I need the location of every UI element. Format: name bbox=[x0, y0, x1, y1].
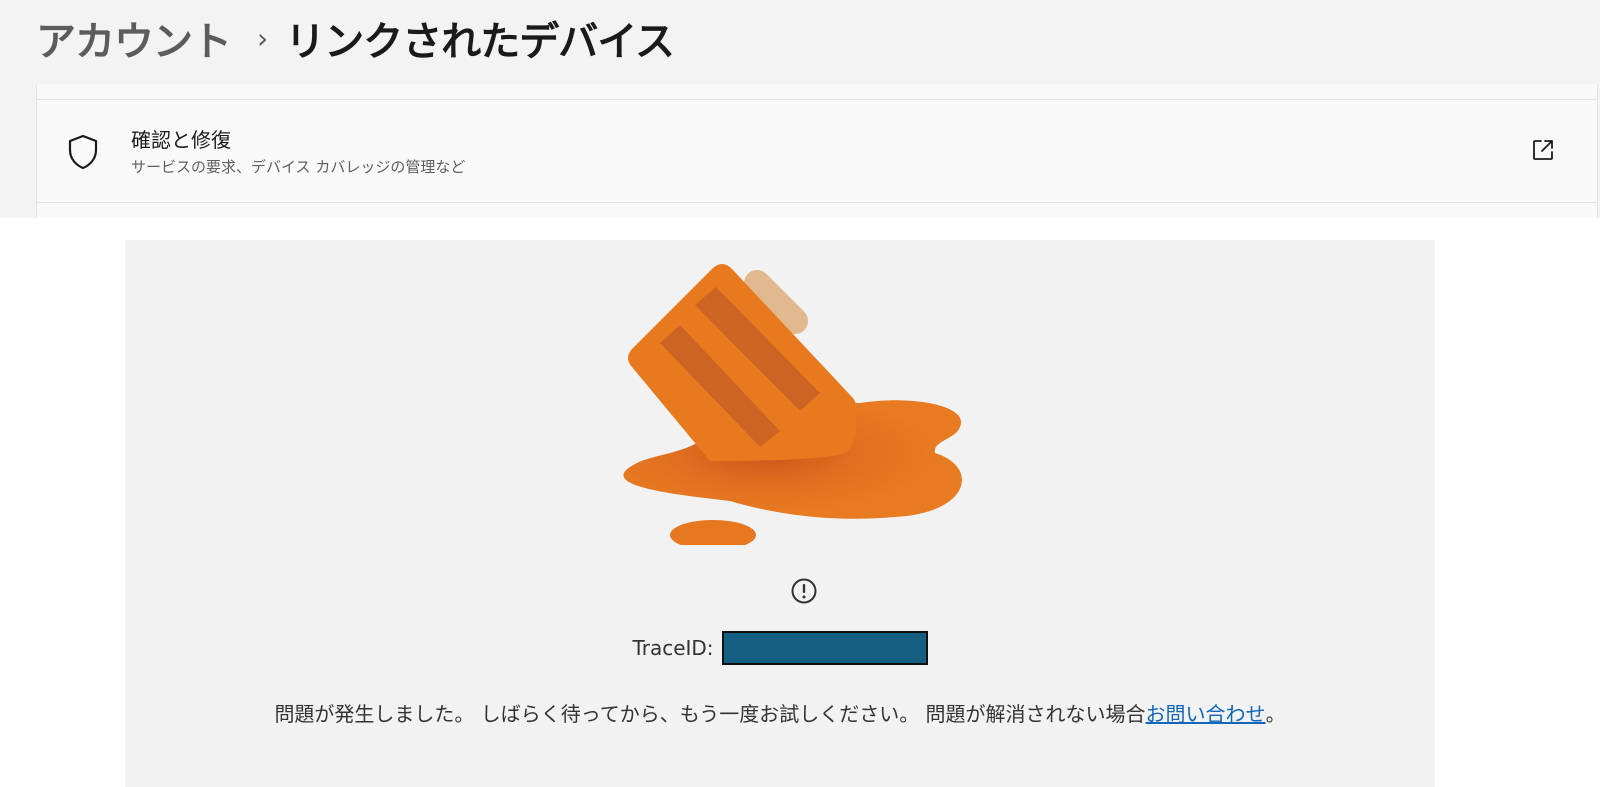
breadcrumb: アカウント › リンクされたデバイス bbox=[36, 8, 675, 68]
error-message: 問題が発生しました。 しばらく待ってから、もう一度お試しください。 問題が解消さ… bbox=[125, 698, 1435, 727]
error-message-suffix: 。 bbox=[1265, 702, 1286, 726]
settings-panel: アカウント › リンクされたデバイス 確認と修復 サービスの要求、デバイス カバ… bbox=[0, 0, 1600, 218]
trace-id-label: TraceID: bbox=[632, 636, 714, 660]
trace-id-value-redacted bbox=[721, 631, 928, 665]
shield-icon bbox=[68, 134, 98, 170]
melted-popsicle-illustration bbox=[623, 264, 962, 545]
breadcrumb-chevron-icon: › bbox=[257, 21, 268, 55]
contact-us-link[interactable]: お問い合わせ bbox=[1146, 702, 1266, 726]
row-subtitle: サービスの要求、デバイス カバレッジの管理など bbox=[131, 158, 466, 176]
info-circle-icon bbox=[791, 578, 817, 604]
external-link-icon[interactable] bbox=[1531, 138, 1555, 162]
error-panel: TraceID: 問題が発生しました。 しばらく待ってから、もう一度お試しくださ… bbox=[125, 240, 1435, 787]
page-title: リンクされたデバイス bbox=[285, 19, 675, 65]
settings-list: 確認と修復 サービスの要求、デバイス カバレッジの管理など bbox=[36, 84, 1598, 218]
settings-row-check-and-repair[interactable]: 確認と修復 サービスの要求、デバイス カバレッジの管理など bbox=[37, 100, 1597, 203]
breadcrumb-account[interactable]: アカウント bbox=[36, 9, 232, 67]
trace-id-row: TraceID: bbox=[125, 631, 1435, 665]
error-message-text: 問題が発生しました。 しばらく待ってから、もう一度お試しください。 問題が解消さ… bbox=[274, 702, 1146, 726]
row-title: 確認と修復 bbox=[131, 128, 231, 152]
list-divider bbox=[37, 84, 1597, 100]
